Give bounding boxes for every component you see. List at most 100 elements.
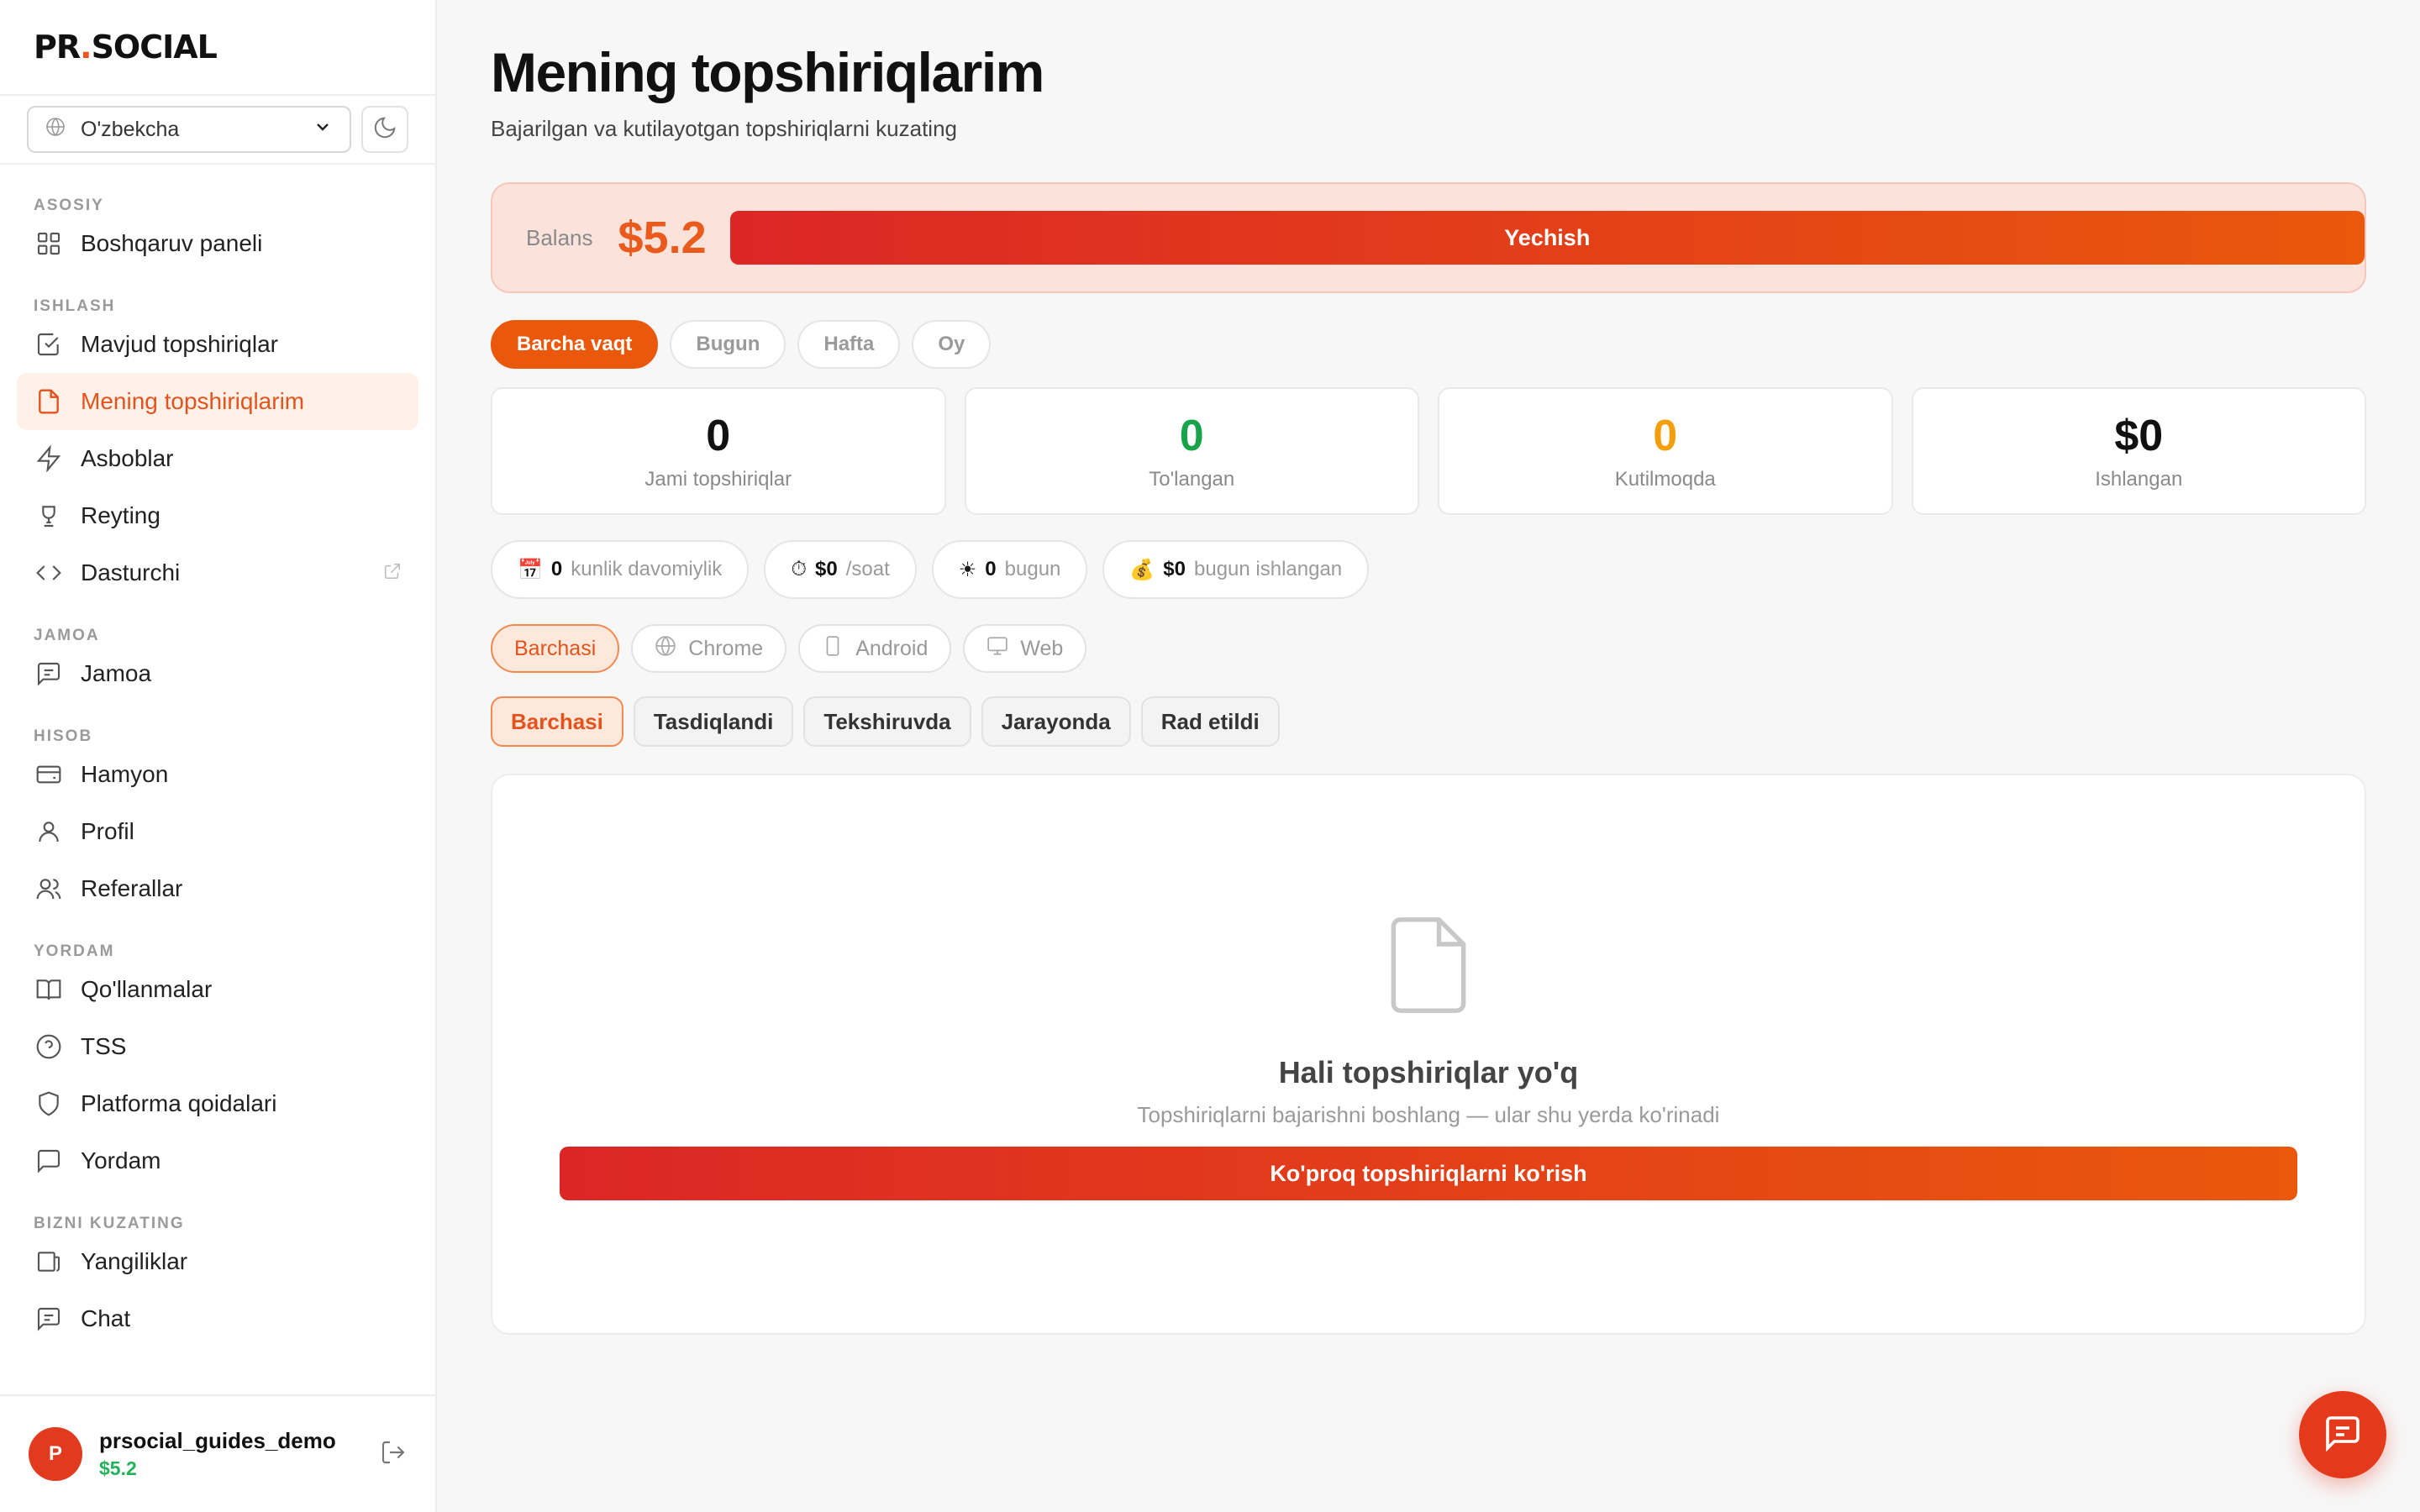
sidebar-item-guides[interactable]: Qo'llanmalar xyxy=(17,961,418,1018)
sidebar-item-chat[interactable]: Chat xyxy=(17,1290,418,1347)
shield-icon xyxy=(34,1089,64,1119)
stat-value: 0 xyxy=(706,412,731,460)
chat-icon xyxy=(34,1304,64,1334)
section-title-asosiy: ASOSIY xyxy=(34,197,104,214)
metrics-chips: 📅 0 kunlik davomiylik ⏱ $0 /soat ☀ 0 bug… xyxy=(491,540,2366,599)
chat-fab-button[interactable] xyxy=(2299,1391,2386,1478)
time-filter-today[interactable]: Bugun xyxy=(670,320,786,369)
user-bar: P prsocial_guides_demo $5.2 xyxy=(0,1394,435,1512)
sidebar-item-label: Qo'llanmalar xyxy=(81,976,213,1002)
chip-label: /soat xyxy=(845,558,890,580)
view-more-tasks-button[interactable]: Ko'proq topshiriqlarni ko'rish xyxy=(560,1147,2297,1200)
stat-value: 0 xyxy=(1653,412,1678,460)
checkbox-icon xyxy=(34,329,64,360)
sidebar-item-support[interactable]: Yordam xyxy=(17,1132,418,1189)
sidebar-item-tools[interactable]: Asboblar xyxy=(17,430,418,487)
sidebar-item-label: Referallar xyxy=(81,875,183,901)
users-icon xyxy=(34,874,64,904)
stat-card-earned: $0 Ishlangan xyxy=(1911,387,2366,515)
stats-row: 0 Jami topshiriqlar 0 To'langan 0 Kutilm… xyxy=(491,387,2366,515)
balance-label: Balans xyxy=(526,224,593,250)
chevron-down-icon xyxy=(313,117,333,143)
brand-name-part1: PR xyxy=(34,29,81,66)
bolt-icon xyxy=(34,444,64,474)
user-balance: $5.2 xyxy=(99,1457,137,1479)
time-filter-week[interactable]: Hafta xyxy=(797,320,901,369)
status-filter-group: Barchasi Tasdiqlandi Tekshiruvda Jarayon… xyxy=(491,696,2366,747)
code-icon xyxy=(34,558,64,588)
platform-filter-group: Barchasi Chrome Android Web xyxy=(491,624,2366,673)
language-select[interactable]: O'zbekcha xyxy=(27,106,351,153)
stat-label: Jami topshiriqlar xyxy=(644,468,792,491)
stopwatch-icon: ⏱ xyxy=(791,558,808,580)
section-title-yordam: YORDAM xyxy=(34,942,115,960)
logout-icon[interactable] xyxy=(380,1439,407,1470)
time-filter-all[interactable]: Barcha vaqt xyxy=(491,320,659,369)
chip-label: kunlik davomiylik xyxy=(571,558,723,580)
sidebar-item-available-tasks[interactable]: Mavjud topshiriqlar xyxy=(17,316,418,373)
platform-filter-chrome[interactable]: Chrome xyxy=(631,624,787,673)
platform-filter-all[interactable]: Barchasi xyxy=(491,624,620,673)
sidebar-item-rating[interactable]: Reyting xyxy=(17,487,418,544)
platform-filter-label: Barchasi xyxy=(514,636,597,660)
sidebar-item-my-tasks[interactable]: Mening topshiriqlarim xyxy=(17,373,418,430)
stat-card-total: 0 Jami topshiriqlar xyxy=(491,387,946,515)
section-title-follow: BIZNI KUZATING xyxy=(34,1215,185,1232)
stat-card-paid: 0 To'langan xyxy=(964,387,1419,515)
page-subtitle: Bajarilgan va kutilayotgan topshiriqlarn… xyxy=(491,116,957,141)
stat-label: Ishlangan xyxy=(2095,468,2183,491)
brand-logo[interactable]: PR. SOCIAL xyxy=(0,0,435,94)
chip-label: bugun ishlangan xyxy=(1194,558,1343,580)
chip-value: 0 xyxy=(985,558,997,580)
status-filter-review[interactable]: Tekshiruvda xyxy=(803,696,971,747)
sidebar-item-team[interactable]: Jamoa xyxy=(17,645,418,702)
file-icon xyxy=(34,386,64,417)
sidebar-item-label: Platforma qoidalari xyxy=(81,1090,277,1116)
moon-icon xyxy=(372,115,397,144)
time-filter-group: Barcha vaqt Bugun Hafta Oy xyxy=(491,320,2366,369)
balance-value: $5.2 xyxy=(618,213,707,263)
sidebar-item-rules[interactable]: Platforma qoidalari xyxy=(17,1075,418,1132)
main-content: Mening topshiriqlarim Bajarilgan va kuti… xyxy=(491,0,2366,1335)
sidebar-item-news[interactable]: Yangiliklar xyxy=(17,1233,418,1290)
sidebar-item-profile[interactable]: Profil xyxy=(17,803,418,860)
withdraw-button[interactable]: Yechish xyxy=(729,211,2365,265)
sidebar-item-label: Mening topshiriqlarim xyxy=(81,388,305,414)
time-filter-month[interactable]: Oy xyxy=(912,320,992,369)
sidebar-item-wallet[interactable]: Hamyon xyxy=(17,746,418,803)
sidebar-item-label: Jamoa xyxy=(81,660,152,686)
chip-today: ☀ 0 bugun xyxy=(931,540,1088,599)
message-square-icon xyxy=(34,659,64,689)
phone-icon xyxy=(822,635,844,663)
chip-value: 0 xyxy=(550,558,563,580)
user-name: prsocial_guides_demo xyxy=(99,1428,336,1453)
status-filter-rejected[interactable]: Rad etildi xyxy=(1140,696,1280,747)
brand-name-part2: SOCIAL xyxy=(91,29,218,66)
sidebar-item-referrals[interactable]: Referallar xyxy=(17,860,418,917)
sidebar-item-label: TSS xyxy=(81,1033,127,1059)
theme-toggle-button[interactable] xyxy=(361,106,408,153)
sun-icon: ☀ xyxy=(958,558,977,581)
language-selected: O'zbekcha xyxy=(81,117,180,141)
trophy-icon xyxy=(34,501,64,531)
status-filter-in-progress[interactable]: Jarayonda xyxy=(981,696,1131,747)
chip-earned-today: 💰 $0 bugun ishlangan xyxy=(1102,540,1370,599)
status-filter-approved[interactable]: Tasdiqlandi xyxy=(633,696,794,747)
sidebar-item-dashboard[interactable]: Boshqaruv paneli xyxy=(17,215,418,272)
sidebar: PR. SOCIAL O'zbekcha ASOSIY Boshqaruv pa… xyxy=(0,0,437,1512)
platform-filter-label: Chrome xyxy=(688,636,764,660)
external-link-icon xyxy=(383,559,402,586)
sidebar-item-faq[interactable]: TSS xyxy=(17,1018,418,1075)
section-title-hisob: HISOB xyxy=(34,727,93,745)
chip-value: $0 xyxy=(1163,558,1186,580)
platform-filter-web[interactable]: Web xyxy=(963,624,1087,673)
platform-filter-android[interactable]: Android xyxy=(798,624,952,673)
sidebar-item-label: Mavjud topshiriqlar xyxy=(81,331,278,357)
sidebar-item-developer[interactable]: Dasturchi xyxy=(17,544,418,601)
avatar[interactable]: P xyxy=(29,1427,82,1481)
user-info: prsocial_guides_demo $5.2 xyxy=(99,1428,336,1480)
status-filter-all[interactable]: Barchasi xyxy=(491,696,623,747)
section-title-jamoa: JAMOA xyxy=(34,627,100,644)
chip-streak: 📅 0 kunlik davomiylik xyxy=(491,540,750,599)
book-icon xyxy=(34,974,64,1005)
